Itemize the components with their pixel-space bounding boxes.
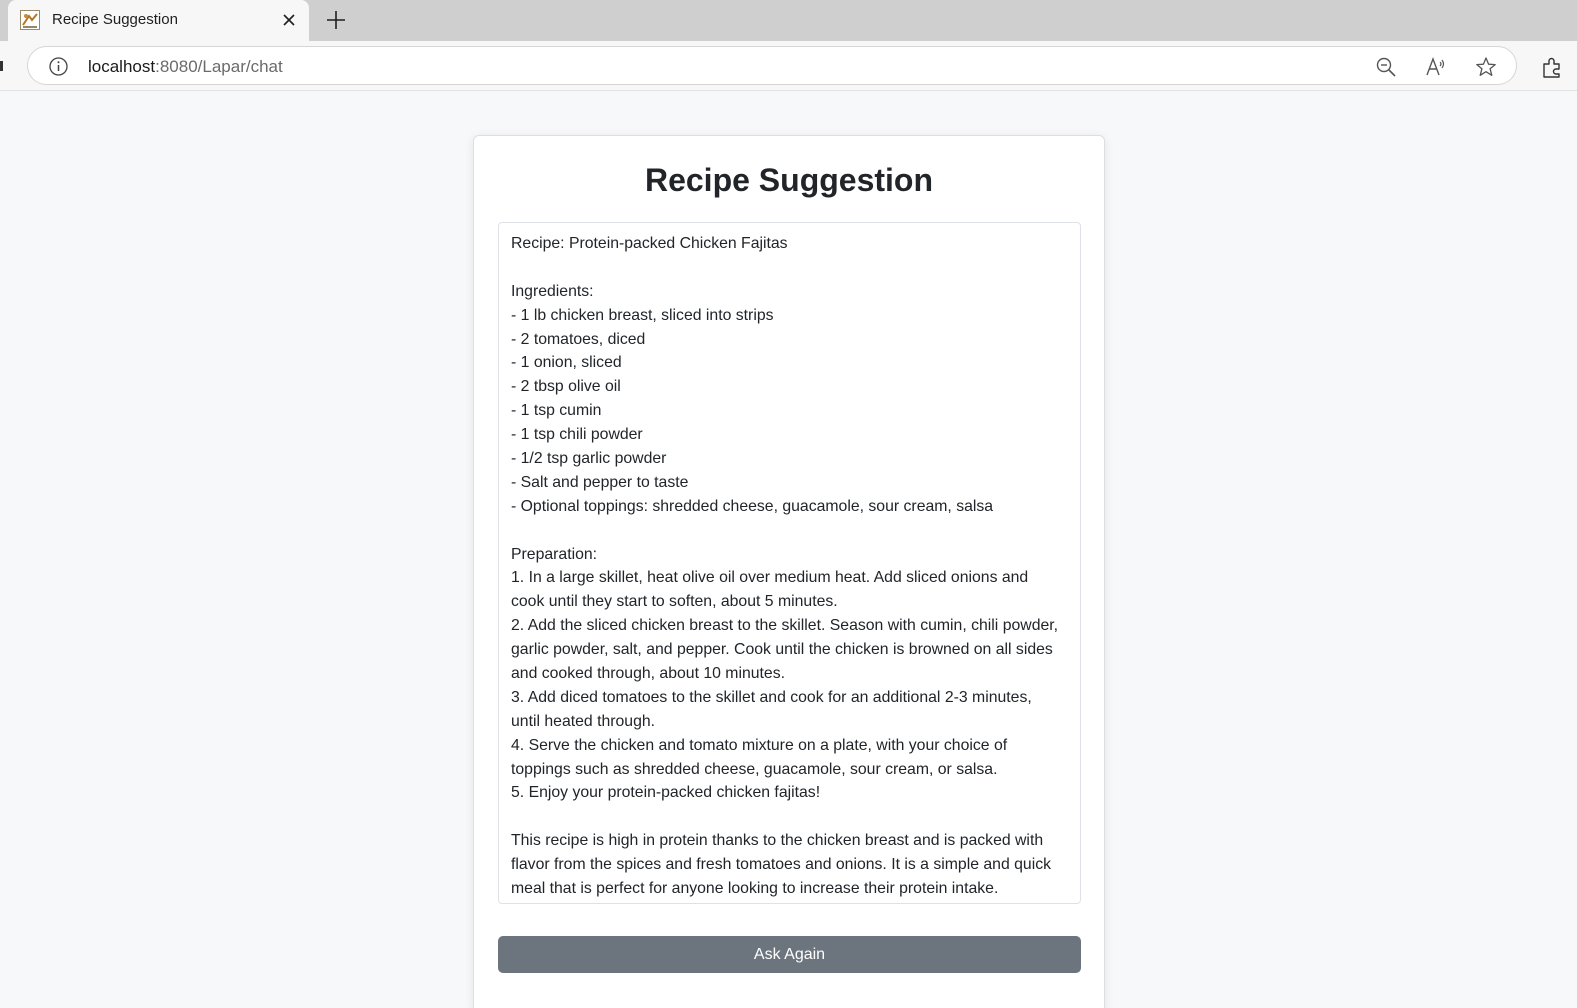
recipe-line: - 1 lb chicken breast, sliced into strip… — [511, 306, 774, 324]
favicon-icon — [20, 10, 40, 30]
recipe-line: until heated through. — [511, 712, 656, 730]
recipe-line: This recipe is high in protein thanks to… — [511, 832, 1044, 850]
read-aloud-icon[interactable] — [1425, 56, 1447, 78]
recipe-line: - 2 tomatoes, diced — [511, 330, 646, 348]
recipe-line: 4. Serve the chicken and tomato mixture … — [511, 736, 1008, 754]
recipe-line: - 1/2 tsp garlic powder — [511, 450, 667, 468]
recipe-line: - 1 tsp chili powder — [511, 426, 643, 444]
tab-title: Recipe Suggestion — [52, 11, 178, 28]
toolbar-edge-marker — [0, 61, 3, 71]
recipe-line: and cooked through, about 10 minutes. — [511, 665, 786, 683]
page-title: Recipe Suggestion — [644, 162, 934, 198]
recipe-line: cook until they start to soften, about 5… — [511, 593, 838, 611]
recipe-line: - 1 tsp cumin — [511, 402, 602, 420]
recipe-line: Ingredients: — [511, 282, 594, 300]
recipe-line: 2. Add the sliced chicken breast to the … — [511, 617, 1059, 635]
url-text: localhost:8080/Lapar/chat — [88, 57, 283, 77]
recipe-line: Preparation: — [511, 545, 598, 563]
zoom-out-icon[interactable] — [1375, 56, 1397, 78]
url-path: :8080/Lapar/chat — [155, 57, 283, 76]
url-host: localhost — [88, 57, 156, 76]
recipe-line: toppings such as shredded cheese, guacam… — [511, 760, 998, 778]
recipe-line: meal that is perfect for anyone looking … — [511, 880, 999, 898]
browser-tab-bar: Recipe Suggestion — [0, 0, 1577, 41]
recipe-line: - 1 onion, sliced — [511, 354, 622, 372]
recipe-line: garlic powder, salt, and pepper. Cook un… — [511, 641, 1053, 659]
browser-toolbar: localhost:8080/Lapar/chat — [0, 41, 1577, 91]
recipe-line: 1. In a large skillet, heat olive oil ov… — [511, 569, 1029, 587]
recipe-line: - 2 tbsp olive oil — [511, 378, 621, 396]
recipe-text-area[interactable]: Recipe: Protein-packed Chicken Fajitas In… — [498, 222, 1081, 904]
recipe-line: 3. Add diced tomatoes to the skillet and… — [511, 688, 1032, 706]
address-bar[interactable]: localhost:8080/Lapar/chat — [27, 46, 1517, 85]
recipe-line: - Salt and pepper to taste — [511, 473, 689, 491]
plus-icon[interactable] — [324, 8, 348, 32]
recipe-line: - Optional toppings: shredded cheese, gu… — [511, 497, 994, 515]
recipe-line: 5. Enjoy your protein-packed chicken faj… — [511, 784, 821, 802]
close-icon[interactable] — [280, 11, 298, 29]
info-icon[interactable] — [48, 56, 69, 77]
browser-tab[interactable]: Recipe Suggestion — [8, 0, 309, 41]
recipe-card: Recipe Suggestion Recipe: Protein-packed… — [473, 135, 1105, 1008]
ask-again-button[interactable]: Ask Again — [498, 936, 1081, 973]
recipe-line: Recipe: Protein-packed Chicken Fajitas — [511, 235, 788, 252]
favorite-star-icon[interactable] — [1475, 56, 1497, 78]
recipe-line: flavor from the spices and fresh tomatoe… — [511, 856, 1052, 874]
extensions-icon[interactable] — [1540, 55, 1564, 79]
